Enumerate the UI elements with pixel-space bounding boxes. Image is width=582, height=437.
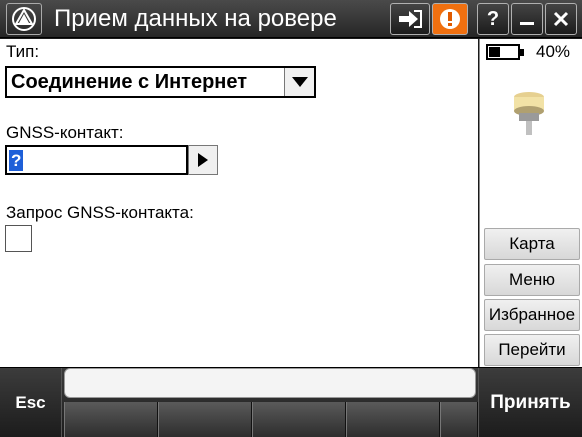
bottom-bar: Esc Принять <box>0 367 582 437</box>
gnss-contact-label: GNSS-контакт: <box>6 123 124 142</box>
softkey-5[interactable] <box>440 402 478 437</box>
esc-button[interactable]: Esc <box>0 368 62 437</box>
favorites-button[interactable]: Избранное <box>484 299 580 331</box>
request-gnss-contact-checkbox[interactable] <box>5 225 32 252</box>
chevron-right-icon <box>198 153 208 167</box>
battery-icon <box>486 44 524 60</box>
battery-level <box>489 47 500 57</box>
menu-button[interactable]: Меню <box>484 264 580 296</box>
gnss-contact-value: ? <box>9 150 24 171</box>
map-button[interactable]: Карта <box>484 228 580 260</box>
alert-button[interactable] <box>432 3 468 35</box>
gnss-contact-input[interactable]: ? <box>5 145 188 175</box>
type-dropdown-value: Соединение с Интернет <box>11 71 248 93</box>
close-icon <box>553 11 569 27</box>
dropdown-arrow-button[interactable] <box>284 68 314 96</box>
accept-button[interactable]: Принять <box>478 368 582 437</box>
connect-button[interactable] <box>390 3 430 35</box>
softkey-2[interactable] <box>158 402 252 437</box>
close-button[interactable] <box>545 3 577 35</box>
status-panel: 40% Карта Меню Избранное Перейти <box>479 39 582 367</box>
request-gnss-contact-label: Запрос GNSS-контакта: <box>6 203 194 222</box>
trimble-logo-icon[interactable] <box>6 3 42 35</box>
gnss-receiver-icon[interactable] <box>512 91 546 144</box>
exclamation-icon <box>440 9 460 29</box>
form-area: Тип: Соединение с Интернет GNSS-контакт:… <box>0 39 478 367</box>
message-field <box>64 368 476 398</box>
type-label: Тип: <box>6 42 40 61</box>
minimize-icon <box>520 22 534 25</box>
gnss-contact-select-button[interactable] <box>188 145 218 175</box>
go-to-button[interactable]: Перейти <box>484 334 580 366</box>
battery-percent: 40% <box>536 42 571 61</box>
connect-arrow-icon <box>399 10 422 28</box>
help-button[interactable]: ? <box>477 3 509 35</box>
softkey-3[interactable] <box>252 402 346 437</box>
type-dropdown[interactable]: Соединение с Интернет <box>5 66 316 98</box>
chevron-down-icon <box>291 77 308 87</box>
title-bar: Прием данных на ровере ? <box>0 0 582 38</box>
minimize-button[interactable] <box>511 3 543 35</box>
softkey-4[interactable] <box>346 402 440 437</box>
window-title: Прием данных на ровере <box>54 5 337 32</box>
softkey-1[interactable] <box>64 402 158 437</box>
